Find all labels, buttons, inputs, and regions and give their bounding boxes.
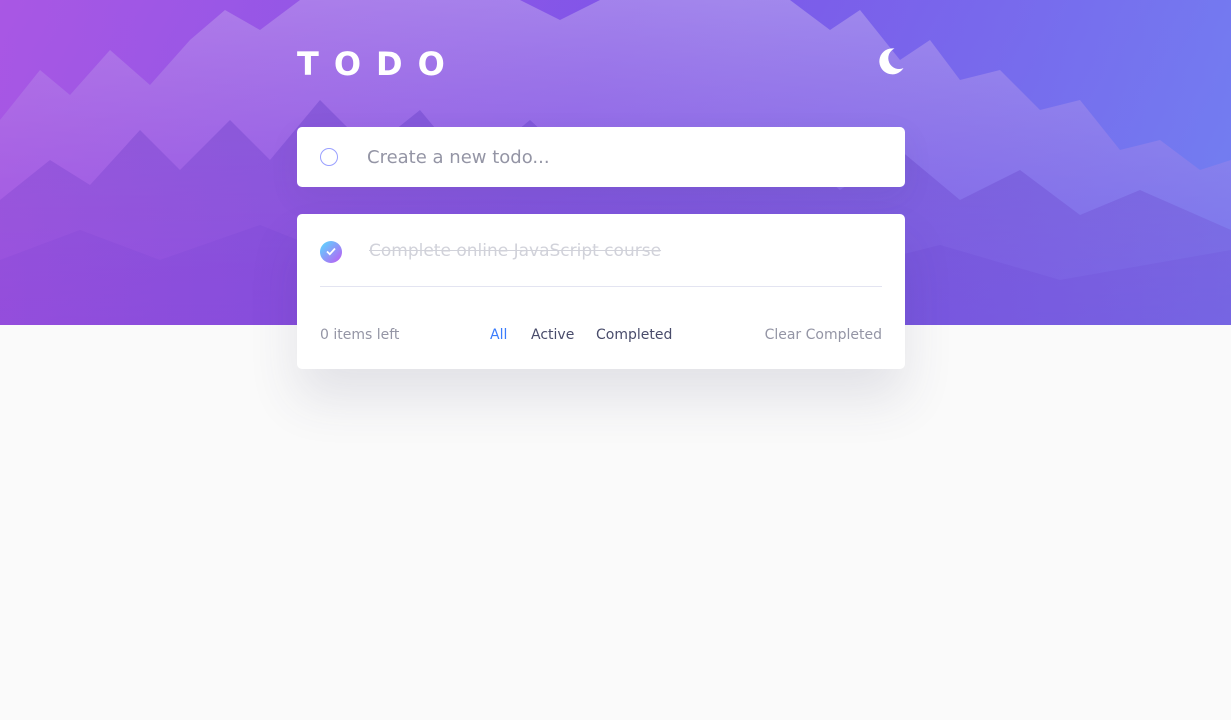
- app-title: TODO: [297, 45, 460, 83]
- todo-list: Complete online JavaScript course 0 item…: [297, 214, 905, 369]
- new-todo-circle-icon[interactable]: [320, 148, 338, 166]
- clear-completed-button[interactable]: Clear Completed: [765, 324, 882, 346]
- filter-all[interactable]: All: [490, 324, 507, 346]
- new-todo-bar: [297, 127, 905, 187]
- filter-completed[interactable]: Completed: [596, 324, 672, 346]
- completed-check-button[interactable]: [320, 241, 342, 263]
- items-left-count: 0 items left: [320, 327, 400, 343]
- todo-text[interactable]: Complete online JavaScript course: [369, 239, 661, 263]
- divider: [320, 286, 882, 287]
- new-todo-input[interactable]: [367, 141, 867, 173]
- filter-active[interactable]: Active: [531, 324, 574, 346]
- header: TODO: [297, 44, 905, 84]
- todo-item: Complete online JavaScript course: [297, 214, 905, 287]
- moon-icon: [879, 48, 904, 75]
- theme-toggle-button[interactable]: [877, 47, 905, 75]
- list-footer: 0 items left All Active Completed Clear …: [297, 324, 905, 346]
- check-icon: [326, 247, 336, 256]
